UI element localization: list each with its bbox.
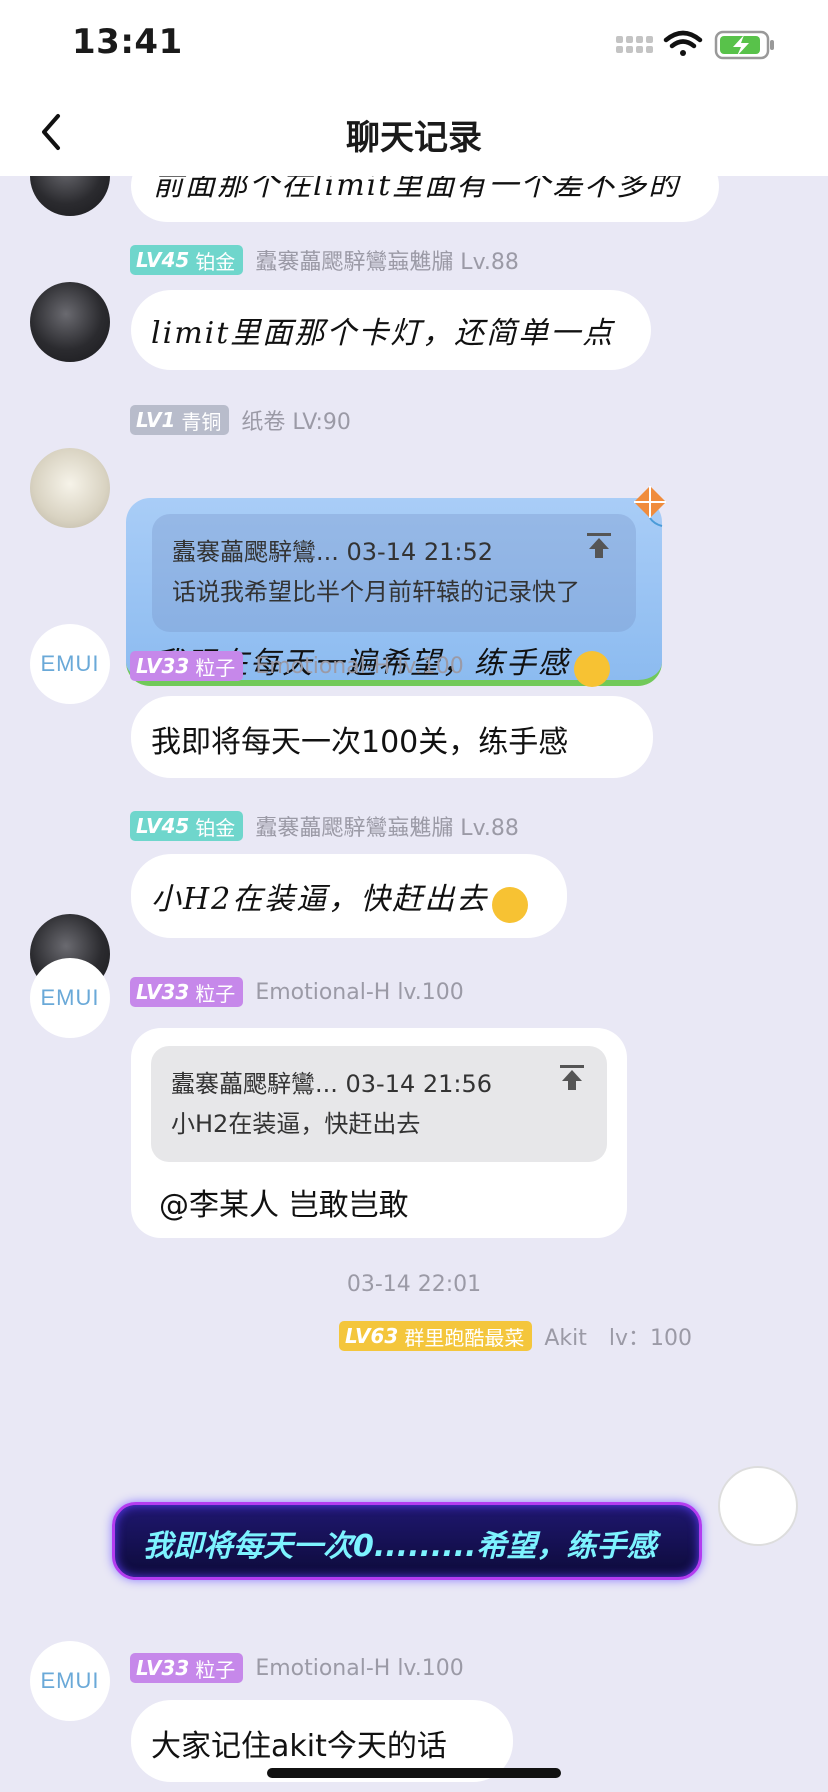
message-bubble[interactable]: 我即将每天一次0.........希望，练手感 — [112, 1502, 702, 1580]
level-badge: LV45 铂金 — [130, 811, 244, 841]
message-text: 大家记住akit今天的话 — [151, 1729, 447, 1764]
signal-icon — [616, 36, 653, 53]
message-meta: LV33 粒子 Emotional-H lv.100 — [130, 1653, 464, 1683]
status-icons — [616, 30, 774, 60]
emui-logo: EMUI — [40, 1668, 100, 1693]
timestamp-divider: 03-14 22:01 — [346, 1272, 482, 1297]
message-text: 前面那个在limit里面有一个差不多的 — [153, 176, 681, 203]
level-badge: LV63 群里跑酷最菜 — [339, 1321, 533, 1351]
sender-name: Akit lv：100 — [544, 1326, 692, 1351]
quoted-message[interactable]: 蠹褰藟颸騂鸞... 03-14 21:52 话说我希望比半个月前轩辕的记录快了 — [152, 514, 636, 632]
avatar[interactable] — [718, 1466, 798, 1546]
level-badge: LV33 粒子 — [130, 651, 244, 681]
message-bubble[interactable]: 前面那个在limit里面有一个差不多的 — [131, 176, 719, 222]
quote-header: 蠹褰藟颸騂鸞... 03-14 21:52 — [172, 538, 494, 566]
emui-logo: EMUI — [40, 651, 100, 676]
sender-name: Emotional-H lv.100 — [255, 979, 464, 1005]
sender-name: 蠹褰藟颸騂鸞蝱魋牖 Lv.88 — [255, 250, 519, 275]
message-meta: LV33 粒子 Emotional-H lv.100 — [130, 977, 464, 1007]
pin-to-top-icon — [587, 533, 611, 558]
message-meta: LV63 群里跑酷最菜 Akit lv：100 — [339, 1321, 692, 1351]
battery-charging-icon — [714, 30, 774, 60]
kite-icon — [634, 486, 666, 527]
status-bar: 13:41 — [0, 0, 828, 88]
avatar[interactable]: EMUI — [30, 1641, 110, 1721]
sender-name: 蠹褰藟颸騂鸞蝱魋牖 Lv.88 — [255, 816, 519, 841]
avatar[interactable]: EMUI — [30, 958, 110, 1038]
sender-name: Emotional-H lv.100 — [255, 653, 464, 679]
laughing-emoji-icon — [574, 650, 610, 687]
status-time: 13:41 — [72, 22, 183, 62]
quoted-message[interactable]: 蠹褰藟颸騂鸞... 03-14 21:56 小H2在装逼，快赶出去 — [151, 1046, 607, 1162]
page-title: 聊天记录 — [346, 118, 482, 158]
quote-header: 蠹褰藟颸騂鸞... 03-14 21:56 — [171, 1070, 493, 1098]
sender-name: Emotional-H lv.100 — [255, 1655, 464, 1681]
message-text: 我即将每天一次0.........希望，练手感 — [143, 1529, 657, 1564]
avatar[interactable] — [30, 282, 110, 362]
sender-name: 纸卷 LV:90 — [241, 410, 351, 435]
avatar[interactable]: EMUI — [30, 624, 110, 704]
message-meta: LV45 铂金 蠹褰藟颸騂鸞蝱魋牖 Lv.88 — [130, 245, 519, 275]
pin-to-top-icon — [560, 1065, 584, 1090]
quote-body: 话说我希望比半个月前轩辕的记录快了 — [172, 578, 580, 606]
message-bubble[interactable]: 蠹褰藟颸騂鸞... 03-14 21:56 小H2在装逼，快赶出去 @李某人 岂… — [131, 1028, 627, 1238]
avatar[interactable] — [30, 448, 110, 528]
message-text: 小H2在装逼，快赶出去 — [151, 882, 489, 917]
wifi-icon — [663, 30, 703, 56]
message-meta: LV1 青铜 纸卷 LV:90 — [130, 405, 351, 435]
message-text: limit里面那个卡灯，还简单一点 — [151, 316, 615, 351]
smug-emoji-icon — [492, 886, 529, 923]
level-badge: LV33 粒子 — [130, 1653, 244, 1683]
message-bubble[interactable]: limit里面那个卡灯，还简单一点 — [131, 290, 651, 370]
message-bubble[interactable]: 小H2在装逼，快赶出去 — [131, 854, 567, 938]
message-text: @李某人 岂敢岂敢 — [159, 1188, 409, 1223]
chat-history[interactable]: 前面那个在limit里面有一个差不多的 LV45 铂金 蠹褰藟颸騂鸞蝱魋牖 Lv.… — [0, 176, 828, 1792]
message-meta: LV45 铂金 蠹褰藟颸騂鸞蝱魋牖 Lv.88 — [130, 811, 519, 841]
level-badge: LV33 粒子 — [130, 977, 244, 1007]
avatar[interactable] — [30, 176, 110, 216]
level-badge: LV45 铂金 — [130, 245, 244, 275]
message-text: 我即将每天一次100关，练手感 — [151, 725, 569, 760]
quote-body: 小H2在装逼，快赶出去 — [171, 1110, 421, 1138]
nav-bar: 聊天记录 — [0, 88, 828, 176]
emui-logo: EMUI — [40, 985, 100, 1010]
level-badge: LV1 青铜 — [130, 405, 230, 435]
home-indicator[interactable] — [267, 1768, 561, 1778]
message-line: @李某人 岂敢岂敢 — [159, 1180, 409, 1224]
message-bubble[interactable]: 我即将每天一次100关，练手感 — [131, 696, 653, 778]
message-meta: LV33 粒子 Emotional-H lv.100 — [130, 651, 464, 681]
